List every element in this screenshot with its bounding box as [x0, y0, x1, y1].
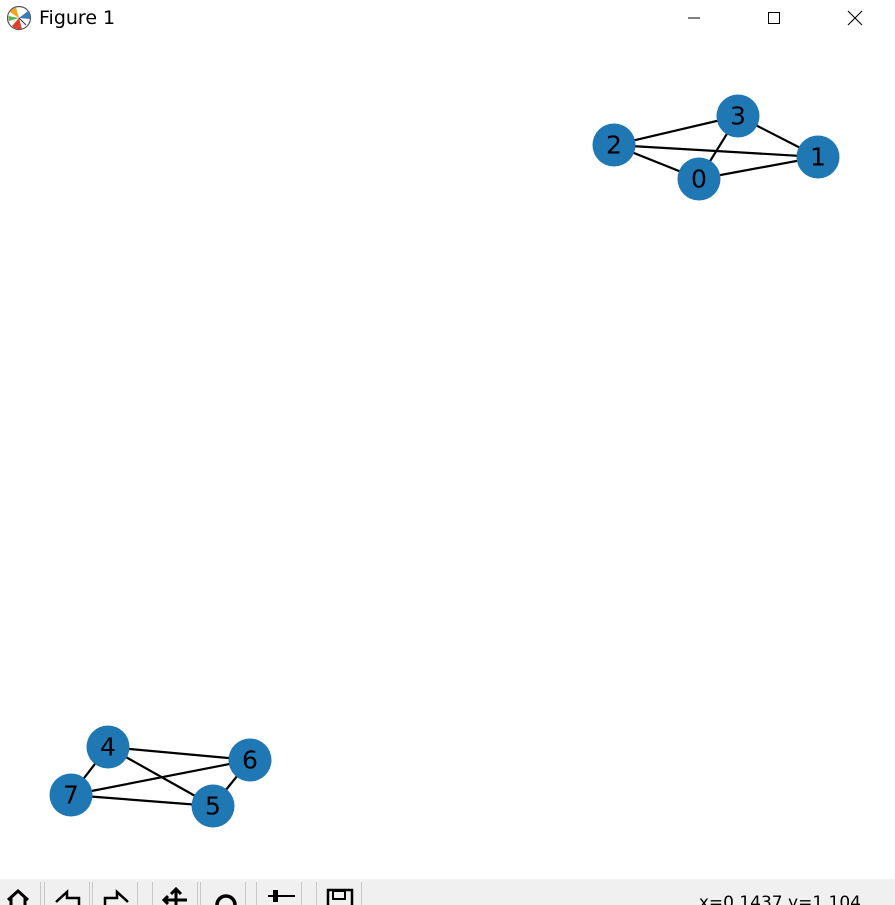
zoom-magnifier-icon [215, 894, 237, 905]
graph-node-label: 3 [730, 102, 746, 131]
graph-node-label: 1 [810, 143, 826, 172]
save-button[interactable] [316, 882, 362, 905]
network-graph: 0 1 2 3 4 56 7 [49, 94, 840, 828]
matplotlib-logo-icon [6, 5, 32, 31]
forward-button[interactable] [92, 882, 138, 905]
graph-node-label: 7 [63, 781, 79, 810]
save-disk-icon [326, 888, 354, 905]
graph-node-5: 5 [191, 784, 235, 828]
graph-node-6: 6 [228, 738, 272, 782]
back-arrow-icon [55, 889, 81, 905]
graph-nodes: 0 1 2 3 4 56 7 [49, 94, 840, 828]
close-button[interactable] [832, 0, 878, 36]
minimize-icon [688, 17, 700, 19]
graph-edges [70, 114, 819, 808]
graph-node-label: 2 [606, 131, 622, 160]
graph-node-4: 4 [86, 725, 130, 769]
graph-node-2: 2 [592, 123, 636, 167]
cursor-coordinates: x=0.1437 y=1.104 [698, 893, 861, 905]
maximize-button[interactable] [751, 0, 797, 36]
graph-node-3: 3 [716, 94, 760, 138]
minimize-button[interactable] [671, 0, 717, 36]
navigation-toolbar: x=0.1437 y=1.104 [0, 879, 895, 905]
figure-window: Figure 1 0 1 2 3 4 56 7 x=0.1437 y=1.104 [0, 0, 895, 905]
graph-node-7: 7 [49, 773, 93, 817]
back-button[interactable] [44, 882, 90, 905]
pan-button[interactable] [152, 882, 198, 905]
window-title: Figure 1 [39, 7, 116, 29]
home-icon [6, 888, 30, 905]
title-bar[interactable]: Figure 1 [0, 0, 895, 36]
configure-subplots-button[interactable] [256, 882, 302, 905]
graph-edge-1-2 [613, 143, 819, 159]
graph-node-1: 1 [796, 135, 840, 179]
graph-node-0: 0 [677, 157, 721, 201]
graph-node-label: 5 [205, 792, 221, 821]
maximize-icon [768, 12, 780, 24]
close-icon [847, 10, 863, 26]
pan-arrows-icon [161, 886, 187, 905]
graph-node-label: 6 [242, 746, 258, 775]
graph-node-label: 4 [100, 733, 116, 762]
zoom-button[interactable] [200, 882, 246, 905]
forward-arrow-icon [103, 889, 129, 905]
figure-canvas[interactable]: 0 1 2 3 4 56 7 [0, 36, 895, 879]
home-button[interactable] [0, 882, 41, 905]
graph-node-label: 0 [691, 165, 707, 194]
sliders-icon [268, 890, 295, 902]
